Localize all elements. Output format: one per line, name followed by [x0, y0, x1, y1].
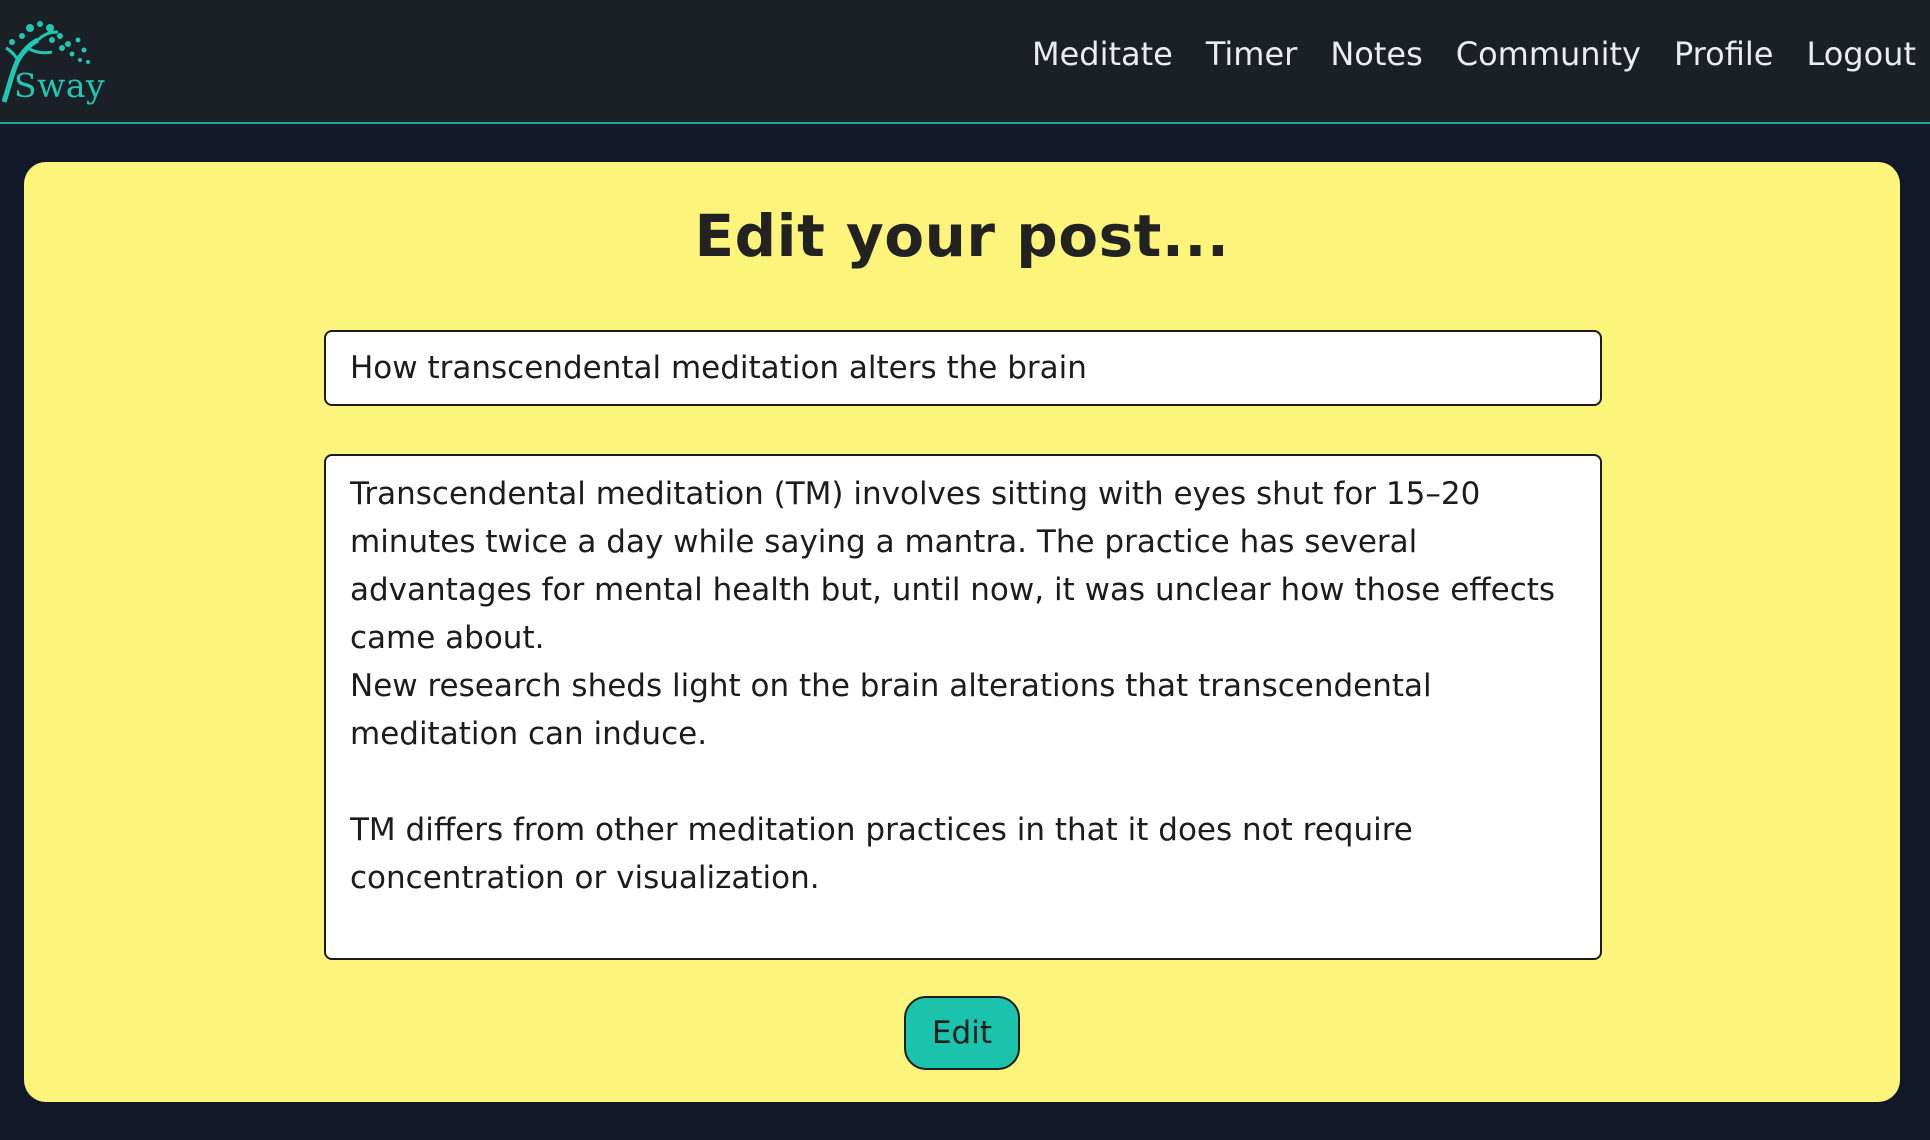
nav-item-profile[interactable]: Profile	[1674, 33, 1774, 75]
nav-item-notes[interactable]: Notes	[1330, 33, 1422, 75]
main-nav: Meditate Timer Notes Community Profile L…	[999, 33, 1916, 75]
nav-item-logout[interactable]: Logout	[1806, 33, 1916, 75]
edit-post-card: Edit your post... Transcendental meditat…	[24, 162, 1900, 1102]
page-title: Edit your post...	[694, 202, 1230, 270]
brand-name: Sway	[14, 66, 106, 105]
post-body-textarea[interactable]: Transcendental meditation (TM) involves …	[324, 454, 1602, 960]
nav-item-meditate[interactable]: Meditate	[1032, 33, 1173, 75]
nav-item-timer[interactable]: Timer	[1206, 33, 1297, 75]
post-title-input[interactable]	[324, 330, 1602, 406]
nav-item-community[interactable]: Community	[1456, 33, 1641, 75]
logo[interactable]: Sway	[0, 14, 105, 105]
edit-button[interactable]: Edit	[904, 996, 1020, 1070]
navbar: Sway Meditate Timer Notes Community Prof…	[0, 0, 1930, 124]
